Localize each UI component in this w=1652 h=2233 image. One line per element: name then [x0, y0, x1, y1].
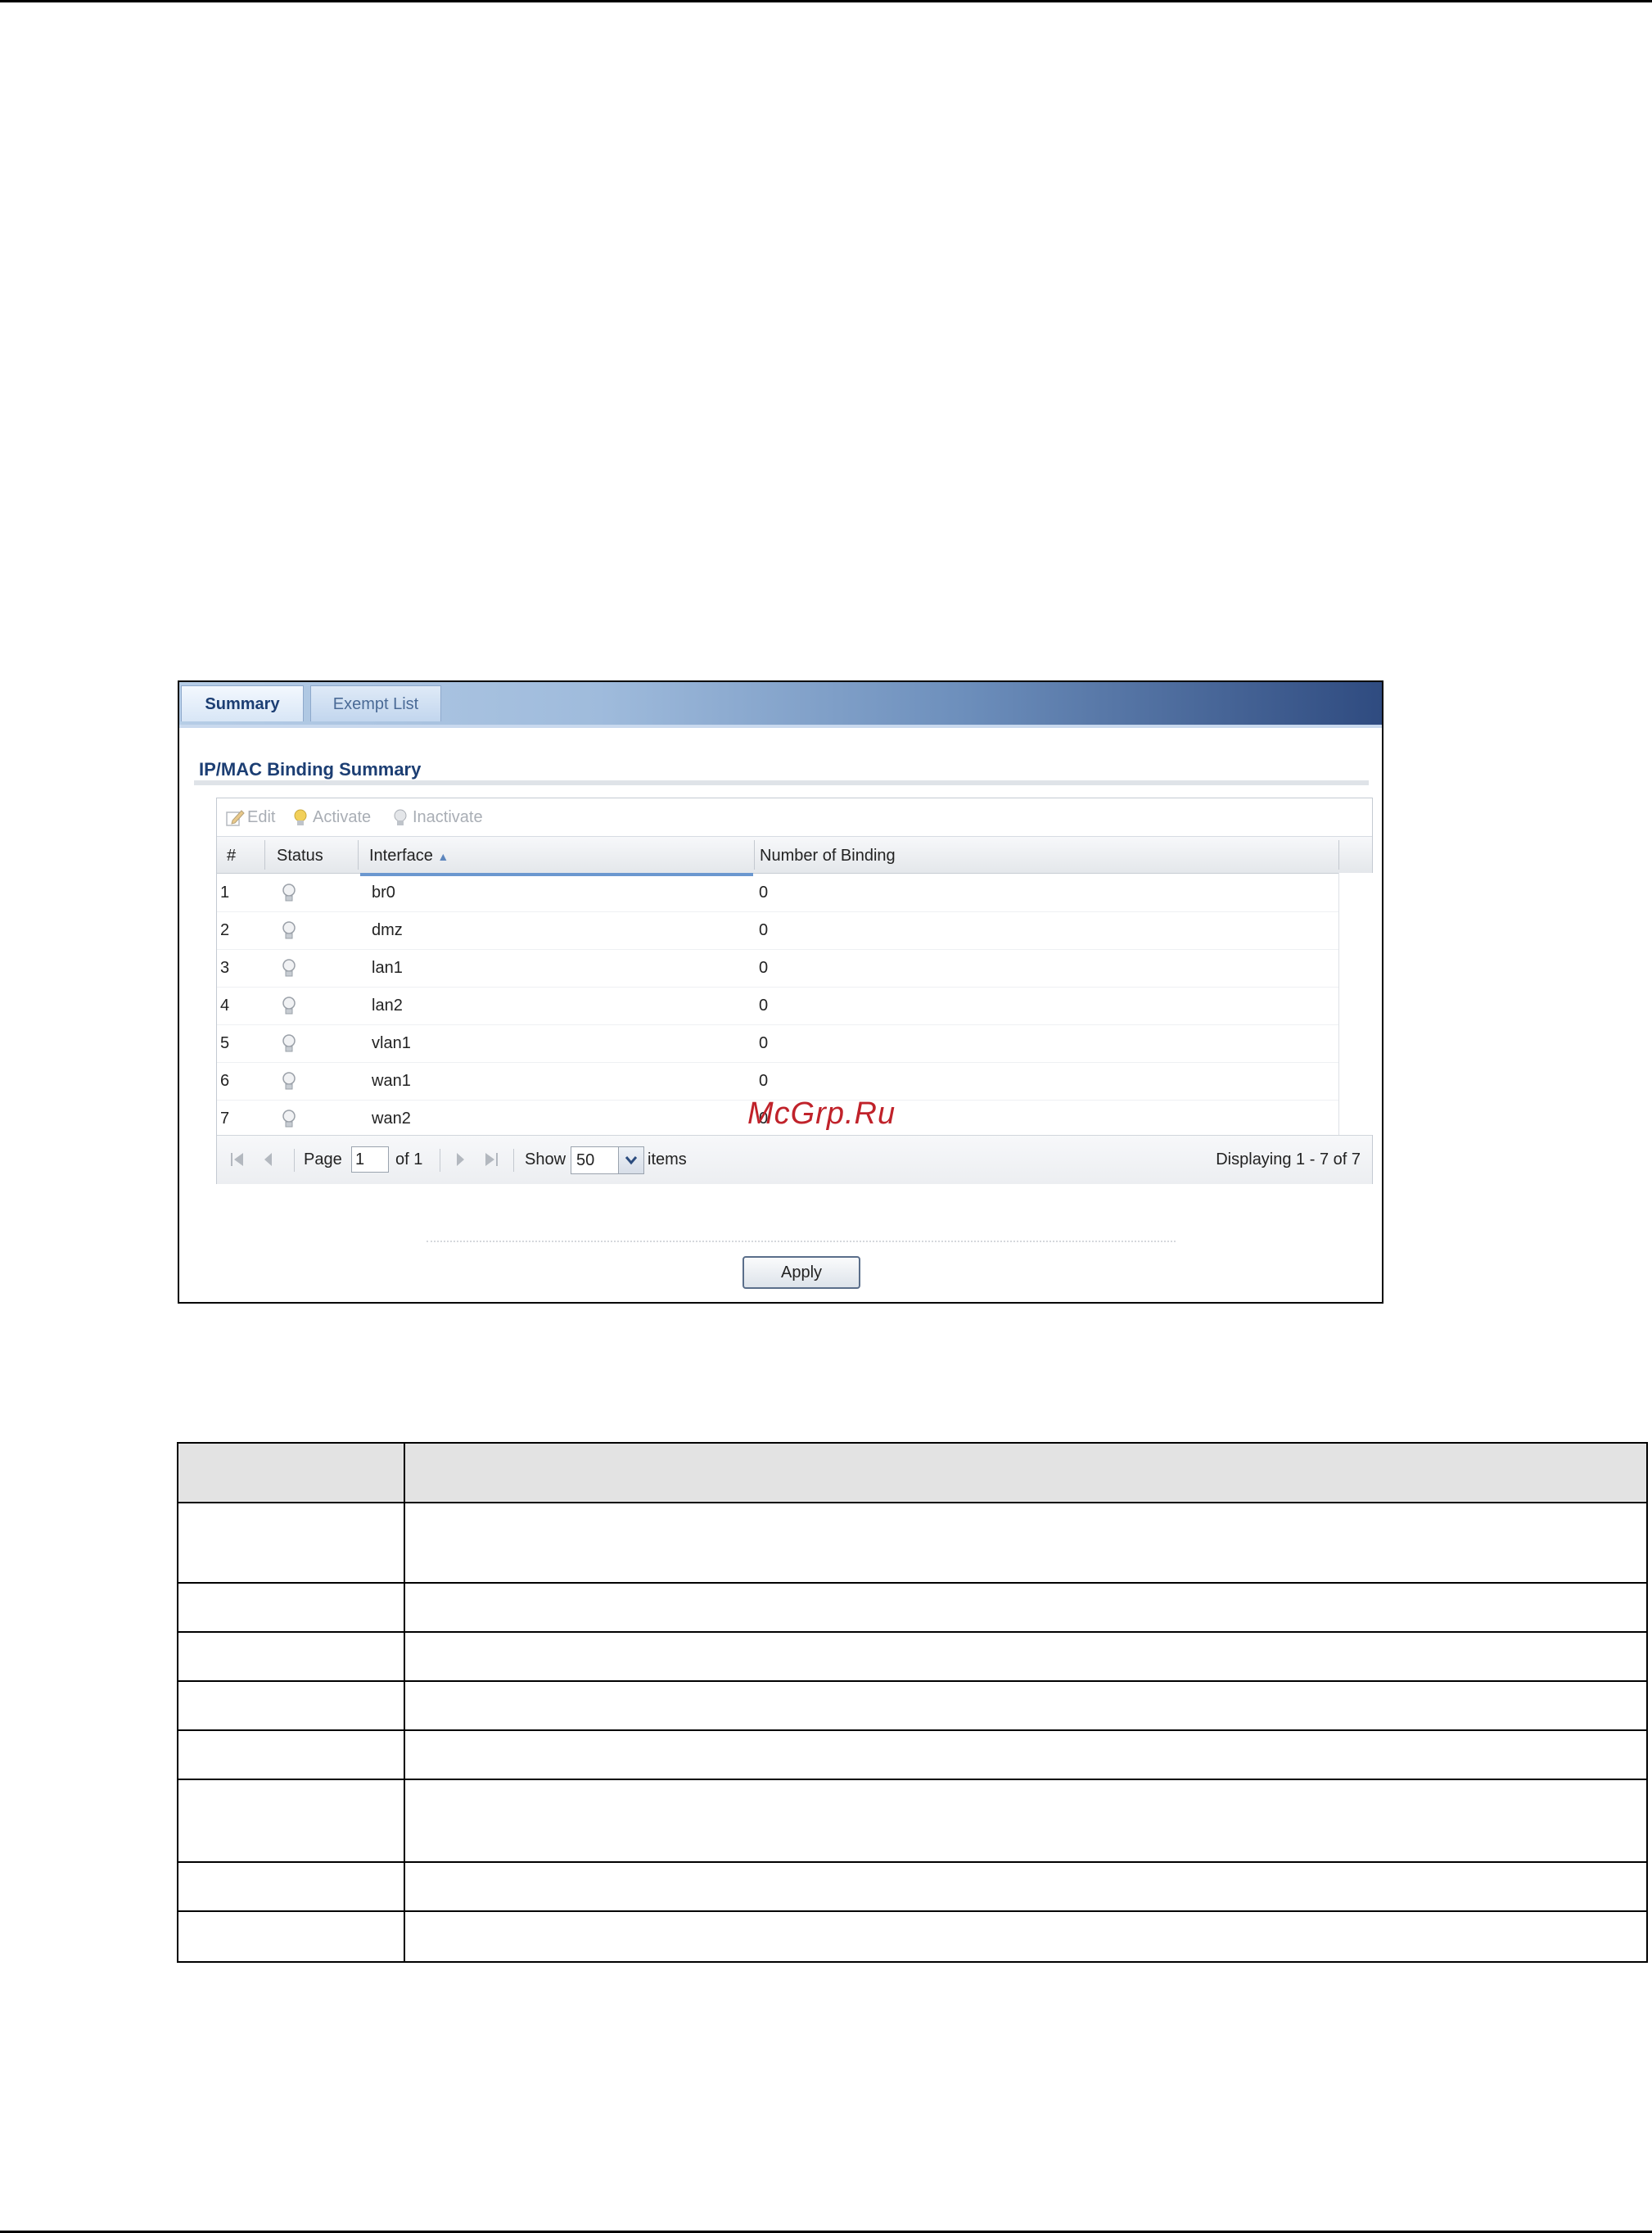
grid-toolbar: Edit Activate Inactivate — [217, 798, 1372, 837]
description-table-header — [178, 1444, 1646, 1503]
edit-label: Edit — [247, 808, 276, 826]
page-number-input[interactable]: 1 — [351, 1146, 389, 1173]
row-bindings: 0 — [759, 1034, 769, 1052]
chevron-down-icon[interactable] — [618, 1147, 643, 1173]
col-header-status[interactable]: Status — [277, 837, 323, 873]
col-header-interface-label: Interface — [369, 847, 433, 865]
show-label: Show — [525, 1150, 566, 1168]
edit-button[interactable]: Edit — [225, 805, 275, 829]
page-count-label: of 1 — [395, 1150, 423, 1168]
section-divider — [194, 780, 1369, 785]
row-number: 5 — [220, 1034, 230, 1052]
screenshot-frame: Summary Exempt List IP/MAC Binding Summa… — [178, 680, 1383, 1304]
row-number: 6 — [220, 1072, 230, 1090]
page-label: Page — [304, 1150, 342, 1168]
table-row[interactable]: 3 lan1 0 — [217, 949, 1338, 988]
status-bulb-icon — [282, 997, 296, 1015]
activate-button[interactable]: Activate — [291, 805, 371, 829]
row-bindings: 0 — [759, 921, 769, 939]
divider-dotted — [427, 1241, 1176, 1242]
page-size-select[interactable]: 50 — [571, 1146, 644, 1174]
description-table-column-divider — [404, 1444, 405, 1961]
table-row[interactable]: 5 vlan1 0 — [217, 1024, 1338, 1063]
table-row[interactable]: 2 dmz 0 — [217, 911, 1338, 950]
row-number: 7 — [220, 1110, 230, 1128]
status-bulb-icon — [282, 1072, 296, 1090]
row-interface: dmz — [372, 921, 403, 939]
table-row[interactable]: 4 lan2 0 — [217, 987, 1338, 1025]
edit-icon — [226, 809, 245, 826]
row-bindings: 0 — [759, 884, 769, 902]
status-bulb-icon — [282, 1034, 296, 1052]
row-bindings: 0 — [759, 997, 769, 1015]
tab-bar: Summary Exempt List — [179, 682, 1382, 728]
row-interface: lan2 — [372, 997, 403, 1015]
row-number: 4 — [220, 997, 230, 1015]
previous-page-icon[interactable] — [260, 1150, 278, 1168]
page-size-value: 50 — [576, 1151, 595, 1169]
last-page-icon[interactable] — [482, 1150, 500, 1168]
description-table — [177, 1442, 1648, 1963]
first-page-icon[interactable] — [228, 1150, 246, 1168]
grid-pager: Page 1 of 1 Show 50 items Displaying 1 -… — [217, 1135, 1372, 1184]
table-row[interactable]: 6 wan1 0 — [217, 1062, 1338, 1101]
bulb-on-icon — [294, 809, 307, 825]
status-bulb-icon — [282, 884, 296, 902]
row-number: 2 — [220, 921, 230, 939]
row-interface: br0 — [372, 884, 395, 902]
items-label: items — [648, 1150, 687, 1168]
inactivate-button[interactable]: Inactivate — [390, 805, 483, 829]
row-number: 1 — [220, 884, 230, 902]
row-interface: wan2 — [372, 1110, 411, 1128]
row-bindings: 0 — [759, 959, 769, 977]
next-page-icon[interactable] — [451, 1150, 469, 1168]
displaying-status: Displaying 1 - 7 of 7 — [1216, 1150, 1361, 1168]
bulb-off-icon — [394, 809, 407, 825]
status-bulb-icon — [282, 1110, 296, 1128]
col-header-number-of-binding[interactable]: Number of Binding — [760, 837, 896, 873]
page-top-rule — [0, 0, 1652, 2]
tab-exempt-list[interactable]: Exempt List — [310, 685, 441, 721]
row-number: 3 — [220, 959, 230, 977]
status-bulb-icon — [282, 921, 296, 939]
watermark-text: McGrp.Ru — [747, 1096, 896, 1131]
row-interface: vlan1 — [372, 1034, 411, 1052]
row-interface: lan1 — [372, 959, 403, 977]
apply-button[interactable]: Apply — [742, 1256, 860, 1289]
row-interface: wan1 — [372, 1072, 411, 1090]
sort-asc-icon: ▲ — [437, 850, 449, 863]
inactivate-label: Inactivate — [413, 808, 483, 826]
grid-vertical-scroll-area — [1338, 873, 1373, 1135]
col-header-interface[interactable]: Interface ▲ — [369, 837, 449, 873]
col-header-number[interactable]: # — [227, 837, 236, 873]
status-bulb-icon — [282, 959, 296, 977]
tab-summary[interactable]: Summary — [181, 685, 304, 721]
activate-label: Activate — [313, 808, 372, 826]
row-bindings: 0 — [759, 1072, 769, 1090]
grid-header: # Status Interface ▲ Number of Binding — [217, 837, 1372, 876]
section-title: IP/MAC Binding Summary — [199, 759, 422, 780]
table-row[interactable]: 1 br0 0 — [217, 874, 1338, 912]
